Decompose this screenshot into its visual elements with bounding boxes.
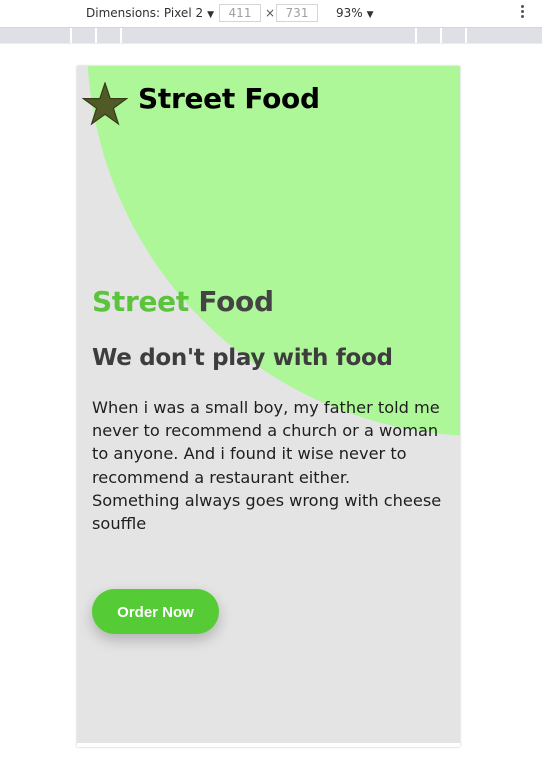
- device-frame-bottom: [77, 743, 460, 747]
- order-now-button[interactable]: Order Now: [92, 589, 219, 634]
- zoom-select[interactable]: 93% ▼: [336, 6, 374, 20]
- device-dimensions-label: Dimensions: Pixel 2: [86, 6, 204, 20]
- brand-title[interactable]: Street Food: [138, 82, 320, 115]
- more-options-icon[interactable]: [518, 4, 526, 22]
- background-blob: [87, 66, 460, 436]
- width-input[interactable]: 411: [219, 4, 261, 22]
- dropdown-caret-icon: ▼: [366, 10, 374, 20]
- hero-description: When i was a small boy, my father told m…: [92, 398, 442, 534]
- dimension-separator: ×: [265, 6, 276, 20]
- star-icon: [82, 82, 128, 126]
- hero-tagline: We don't play with food: [92, 345, 393, 371]
- hero-title-accent: Street: [92, 285, 189, 318]
- media-query-ruler[interactable]: [0, 28, 542, 44]
- height-input[interactable]: 731: [276, 4, 318, 22]
- dropdown-caret-icon: ▼: [207, 10, 215, 20]
- hero-title: Street Food: [92, 285, 274, 318]
- device-dimensions-select[interactable]: Dimensions: Pixel 2 ▼: [86, 6, 214, 20]
- devtools-toolbar: Dimensions: Pixel 2 ▼ 411 × 731 93% ▼: [0, 0, 542, 28]
- device-viewport: Street Food Street Food We don't play wi…: [77, 66, 460, 747]
- hero-title-rest: Food: [198, 285, 274, 318]
- zoom-label: 93%: [336, 6, 363, 20]
